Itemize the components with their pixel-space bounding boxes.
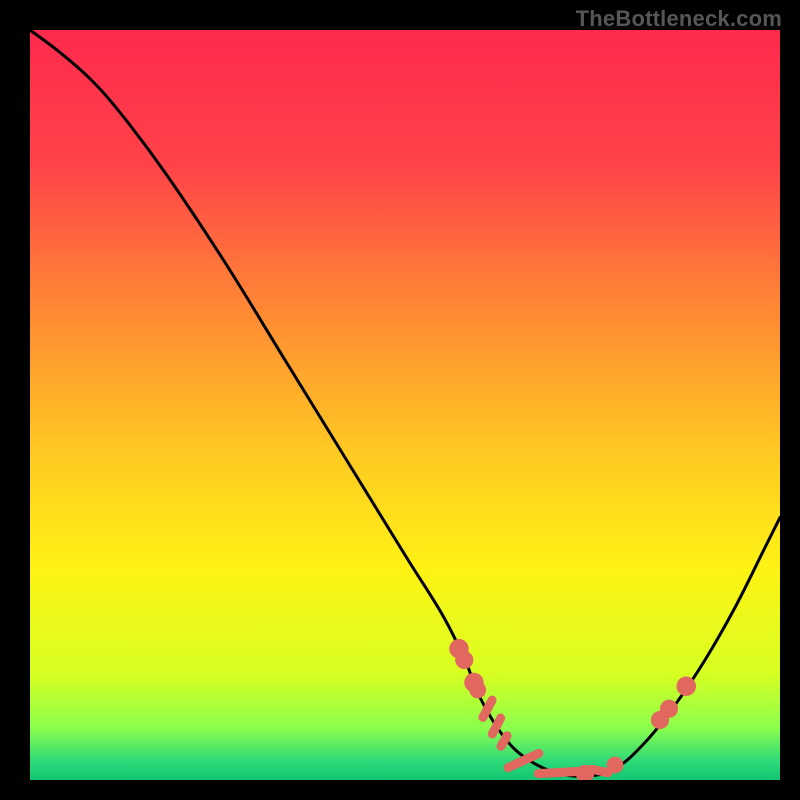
curve-marker-dot	[469, 682, 486, 699]
curve-marker-dot	[607, 757, 624, 774]
curve-marker-dot	[677, 677, 697, 697]
watermark-text: TheBottleneck.com	[576, 6, 782, 32]
curve-marker-dot	[660, 700, 678, 718]
bottleneck-chart	[30, 30, 780, 780]
curve-marker-dash	[538, 771, 579, 773]
curve-marker-dash	[592, 769, 608, 772]
curve-marker-dash	[501, 736, 507, 746]
curve-marker-dot	[455, 651, 473, 669]
chart-frame	[30, 30, 780, 780]
